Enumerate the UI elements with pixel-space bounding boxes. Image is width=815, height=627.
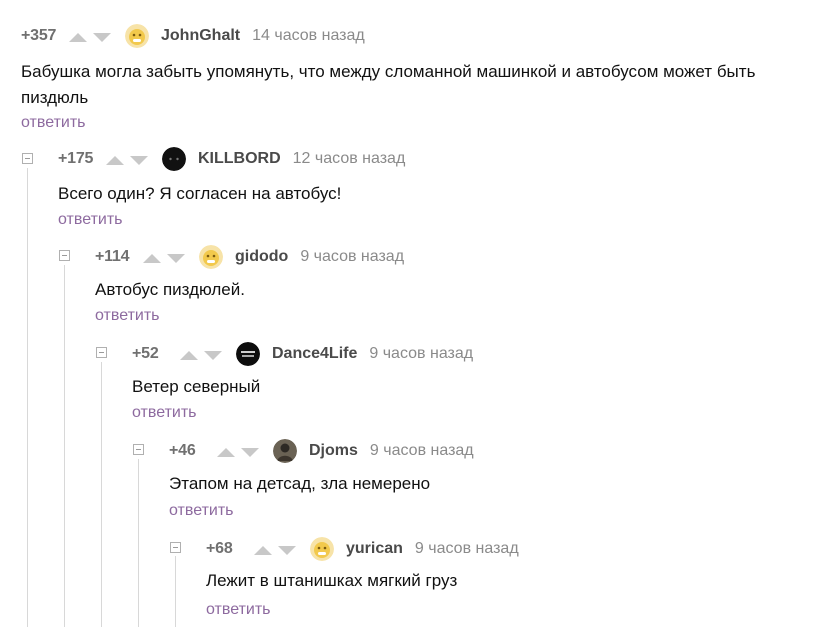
reply-link[interactable]: ответить [58,211,123,229]
comment-score: +114 [95,248,130,265]
comment-text: Всего один? Я согласен на автобус! [58,184,342,203]
dark-face-avatar[interactable] [162,147,186,171]
username-link[interactable]: gidodo [235,248,288,266]
comment-time[interactable]: 9 часов назад [369,345,473,363]
vote-controls [254,545,296,555]
comment-header: +357 JohnGhalt 14 часов назад [21,24,365,48]
comment: +114 gidodo 9 часов назад Автобус пиздюл… [95,245,815,346]
comment-header: +52 Dance4Life 9 часов назад [132,342,473,366]
thread-line[interactable] [101,362,102,627]
comment-time[interactable]: 9 часов назад [300,248,404,266]
upvote-icon[interactable] [143,253,161,263]
thread-line[interactable] [175,556,176,627]
upvote-icon[interactable] [254,545,272,555]
collapse-button[interactable] [22,153,33,164]
comment-text: Этапом на детсад, зла немерено [169,474,431,493]
collapse-button[interactable] [170,542,181,553]
comment-score: +46 [169,442,196,459]
comment-header: +46 Djoms 9 часов назад [169,439,474,463]
comment-text: Бабушка могла забыть упомянуть, что межд… [21,62,756,107]
comment-time[interactable]: 9 часов назад [370,442,474,460]
thread-line[interactable] [64,265,65,627]
comment: +357 JohnGhalt 14 часов назад Бабушка мо… [21,24,811,131]
downvote-icon[interactable] [130,155,148,165]
comment-score: +357 [21,27,57,44]
emoji-face-avatar[interactable] [125,24,149,48]
reply-link[interactable]: ответить [21,114,86,132]
upvote-icon[interactable] [180,350,198,360]
comment-header: +68 yurican 9 часов назад [206,537,519,561]
vote-controls [217,447,259,457]
photo-avatar[interactable] [273,439,297,463]
vote-controls [180,350,222,360]
upvote-icon[interactable] [69,32,87,42]
emoji-face-avatar[interactable] [199,245,223,269]
collapse-button[interactable] [59,250,70,261]
upvote-icon[interactable] [106,155,124,165]
comment-header: +175 KILLBORD 12 часов назад [58,147,406,171]
downvote-icon[interactable] [204,350,222,360]
comment-time[interactable]: 14 часов назад [252,27,365,45]
collapse-button[interactable] [133,444,144,455]
comment: +175 KILLBORD 12 часов назад Всего один?… [58,147,815,248]
upvote-icon[interactable] [217,447,235,457]
downvote-icon[interactable] [167,253,185,263]
comment: +52 Dance4Life 9 часов назад Ветер север… [132,342,815,443]
reply-link[interactable]: ответить [169,502,234,520]
comment-text: Лежит в штанишках мягкий груз [206,571,458,590]
vote-controls [69,32,111,42]
comment-text: Ветер северный [132,377,261,396]
username-link[interactable]: KILLBORD [198,150,281,168]
downvote-icon[interactable] [93,32,111,42]
comment-time[interactable]: 12 часов назад [293,150,406,168]
username-link[interactable]: yurican [346,540,403,558]
emoji-face-avatar[interactable] [310,537,334,561]
comment-time[interactable]: 9 часов назад [415,540,519,558]
comment: +68 yurican 9 часов назад Лежит в штаниш… [206,537,815,627]
vote-controls [106,155,148,165]
dark-logo-avatar[interactable] [236,342,260,366]
vote-controls [143,253,185,263]
collapse-button[interactable] [96,347,107,358]
username-link[interactable]: Djoms [309,442,358,460]
downvote-icon[interactable] [278,545,296,555]
reply-link[interactable]: ответить [206,601,271,619]
comment-text: Автобус пиздюлей. [95,280,245,299]
username-link[interactable]: Dance4Life [272,345,357,363]
comment: +46 Djoms 9 часов назад Этапом на детсад… [169,439,815,540]
comment-header: +114 gidodo 9 часов назад [95,245,404,269]
comment-score: +68 [206,540,233,557]
thread-line[interactable] [27,168,28,627]
comment-score: +175 [58,150,94,167]
comment-score: +52 [132,345,159,362]
downvote-icon[interactable] [241,447,259,457]
reply-link[interactable]: ответить [95,307,160,325]
username-link[interactable]: JohnGhalt [161,27,240,45]
reply-link[interactable]: ответить [132,404,197,422]
thread-line[interactable] [138,459,139,627]
